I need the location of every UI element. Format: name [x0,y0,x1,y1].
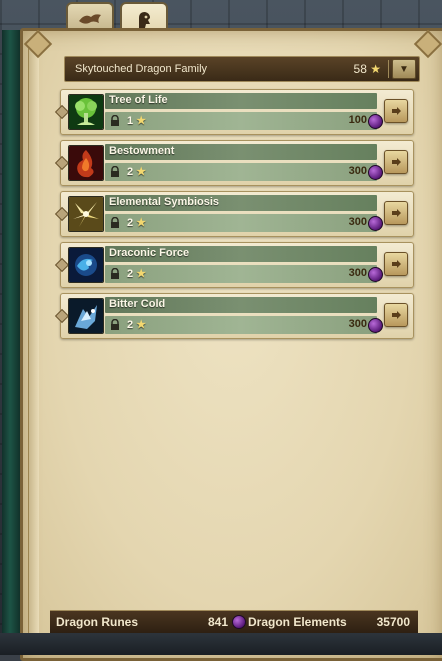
rune-level-value: 2 [127,166,134,178]
star-icon: ★ [136,217,147,229]
dragon-runes-label: Dragon Runes [56,615,139,629]
rune-name: Bitter Cold [109,298,166,310]
arrow-right-icon [392,209,401,217]
element-orb-icon [368,165,383,180]
lock-icon [111,115,119,126]
upgrade-button[interactable] [384,201,408,225]
rune-cost: 300 [348,216,367,228]
family-star-value: 58 [353,62,367,76]
rune-cost: 300 [348,267,367,279]
rune-level-value: 2 [127,268,134,280]
header-divider [388,60,389,78]
upgrade-button[interactable] [384,99,408,123]
family-header: Skytouched Dragon Family 58 ★ ▼ [64,56,420,82]
blue-swirl-icon [68,247,104,283]
rune-row[interactable]: Bitter Cold 2 ★ 300 [54,293,414,339]
rune-row[interactable]: Elemental Symbiosis 2 ★ 300 [54,191,414,237]
rune-name: Elemental Symbiosis [109,196,220,208]
dragon-icon [79,14,101,24]
rune-cost: 300 [348,318,367,330]
lock-icon [111,166,119,177]
arrow-right-icon [392,107,401,115]
rune-level: 2 ★ [127,216,146,229]
arrow-right-icon [392,311,401,319]
dragon-elements-value: 35700 [376,615,410,629]
element-orb-icon [368,114,383,129]
upgrade-button[interactable] [384,150,408,174]
element-orb-icon [368,216,383,231]
star-icon: ★ [136,319,147,331]
family-star-count: 58 ★ [354,62,381,76]
fire-icon [68,145,104,181]
dragon-head-icon [139,12,150,28]
arrow-right-icon [392,260,401,268]
rune-cost: 100 [348,114,367,126]
rune-level: 2 ★ [127,165,146,178]
star-icon: ★ [136,115,147,127]
element-orb-icon [232,615,246,629]
element-orb-icon [368,318,383,333]
frost-icon [68,298,104,334]
upgrade-button[interactable] [384,252,408,276]
leaf-burst-icon [68,196,104,232]
page-edge [28,40,39,635]
lock-icon [111,319,119,330]
star-icon: ★ [136,166,147,178]
family-dropdown-button[interactable]: ▼ [392,59,416,79]
rune-level: 1 ★ [127,114,146,127]
rune-level-value: 2 [127,217,134,229]
chevron-down-icon: ▼ [399,63,409,75]
rune-cost: 300 [348,165,367,177]
upgrade-button[interactable] [384,303,408,327]
lock-icon [111,217,119,228]
lock-icon [111,268,119,279]
rune-name: Tree of Life [109,94,168,106]
rune-level-value: 2 [127,319,134,331]
rune-row[interactable]: Tree of Life 1 ★ 100 [54,89,414,135]
dragon-runes-value: 841 [208,615,229,629]
star-icon: ★ [136,268,147,280]
tree-icon [68,94,104,130]
rune-row[interactable]: Draconic Force 2 ★ 300 [54,242,414,288]
rune-name: Draconic Force [109,247,190,259]
arrow-right-icon [392,158,401,166]
resource-footer: Dragon Runes 841 Dragon Elements 35700 [50,610,418,633]
element-orb-icon [368,267,383,282]
rune-row[interactable]: Bestowment 2 ★ 300 [54,140,414,186]
family-title: Skytouched Dragon Family [75,63,208,75]
rune-name: Bestowment [109,145,175,157]
rune-level: 2 ★ [127,267,146,280]
rune-level: 2 ★ [127,318,146,331]
rune-level-value: 1 [127,115,134,127]
dragon-elements-label: Dragon Elements [248,615,347,629]
bottom-background-strip [0,633,442,655]
star-icon: ★ [370,62,381,76]
